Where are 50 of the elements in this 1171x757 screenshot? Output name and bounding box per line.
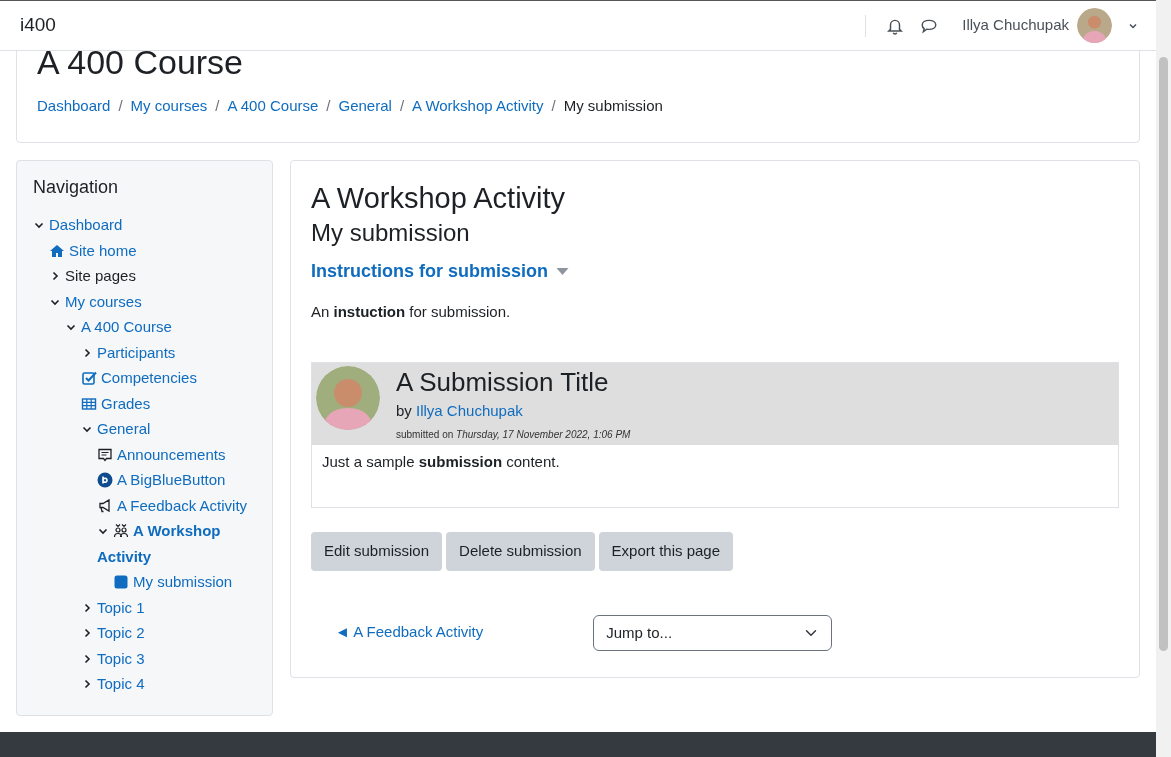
instruction-text: An instuction for submission. <box>311 302 512 323</box>
action-button[interactable]: Edit submission <box>311 532 443 571</box>
activity-title: A Workshop Activity <box>311 180 567 216</box>
nav-item[interactable]: My submission <box>113 569 256 595</box>
breadcrumb-separator: / <box>326 96 331 116</box>
submission-content: Just a sample submission content. <box>322 451 561 472</box>
breadcrumb-link[interactable]: My courses <box>130 95 208 118</box>
breadcrumb-separator: / <box>399 96 405 116</box>
submission-title: A Submission Title <box>396 367 610 397</box>
nav-item[interactable]: Topic 1 <box>81 594 256 621</box>
nav-item[interactable]: Dashboard <box>33 212 256 238</box>
user-name[interactable]: Illya Chuchupak <box>962 14 1069 37</box>
nav-item[interactable]: Topic 3 <box>81 645 256 672</box>
nav-item[interactable]: General <box>81 416 256 442</box>
nav-item[interactable]: A Feedback Activity <box>97 492 256 519</box>
nav-item[interactable]: Grades <box>81 390 256 417</box>
nav-item[interactable]: A BigBlueButton <box>97 467 256 493</box>
nav-item[interactable]: Topic 2 <box>81 620 256 646</box>
nav-item[interactable]: A 400 Course <box>65 314 256 340</box>
breadcrumb-separator: / <box>118 96 123 116</box>
nav-item[interactable]: Topic 4 <box>81 671 256 697</box>
caret-icon[interactable] <box>556 267 570 276</box>
breadcrumb-link[interactable]: A Workshop Activity <box>412 95 544 118</box>
nav-item[interactable]: Competencies <box>81 365 256 391</box>
site-name[interactable]: i400 <box>20 11 56 40</box>
author-link[interactable]: Illya Chuchupak <box>416 402 523 420</box>
user-avatar[interactable] <box>1077 8 1112 43</box>
page-subtitle: My submission <box>311 219 471 249</box>
action-button[interactable]: Export this page <box>598 532 733 571</box>
action-button[interactable]: Delete submission <box>446 532 595 571</box>
panel-title: Navigation <box>33 176 120 199</box>
instructions-toggle[interactable]: Instructions for submission <box>311 258 570 286</box>
submission-date: submitted on Thursday, 17 November 2022, 1:06 PM <box>396 427 631 442</box>
breadcrumb-link[interactable]: Dashboard <box>37 95 111 118</box>
nav-item[interactable]: Announcements <box>97 441 256 468</box>
nav-item[interactable]: Site pages <box>49 263 256 289</box>
nav-item[interactable]: My courses <box>49 288 256 315</box>
nav-item[interactable]: Participants <box>81 339 256 366</box>
breadcrumb-link[interactable]: A 400 Course <box>227 95 319 118</box>
breadcrumb-link[interactable]: General <box>338 95 392 118</box>
jump-to-select[interactable]: Jump to... <box>593 614 833 651</box>
author-line: by Illya Chuchupak <box>396 401 524 422</box>
author-avatar <box>316 365 380 430</box>
previous-activity-link[interactable]: ◄ A Feedback Activity <box>335 621 484 644</box>
breadcrumb-separator: / <box>551 96 556 116</box>
course-title: A 400 Course <box>37 45 245 79</box>
nav-item[interactable]: Site home <box>49 237 256 264</box>
scrollbar-thumb[interactable] <box>1159 57 1168 651</box>
breadcrumb-separator: / <box>215 96 220 116</box>
nav-item[interactable]: A Workshop Activity <box>97 518 256 570</box>
